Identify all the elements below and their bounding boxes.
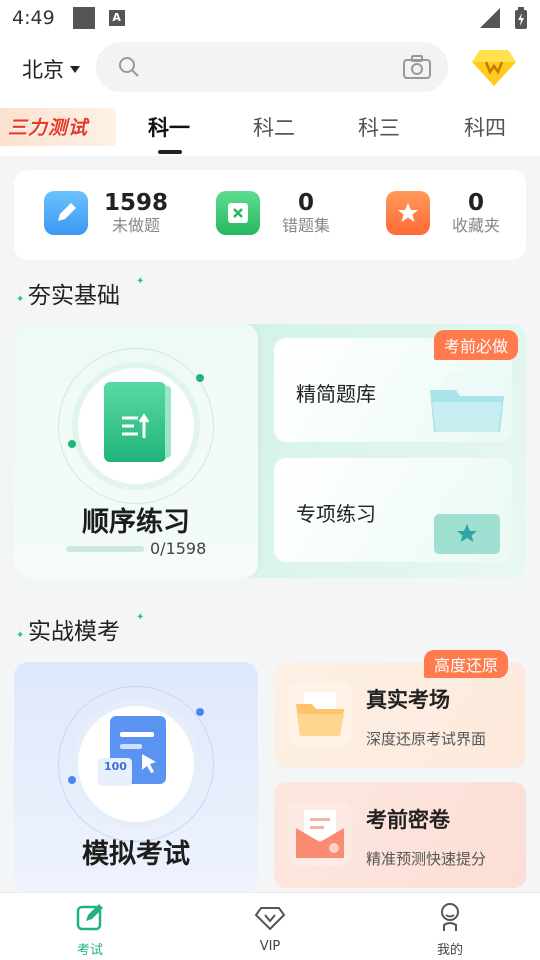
tab-subject-3[interactable]: 科三: [358, 112, 400, 142]
high-fidelity-badge: 高度还原: [423, 650, 508, 678]
tab-subject-1[interactable]: 科一: [148, 112, 190, 142]
card-title: 真实考场: [366, 688, 450, 712]
notification-icon: [72, 7, 95, 29]
wrong-icon: [216, 191, 260, 235]
card-title: 专项练习: [296, 502, 376, 526]
stat-undone[interactable]: 1598 未做题: [44, 190, 168, 236]
sparkle-icon: ✦: [136, 612, 145, 623]
city-selector[interactable]: 北京: [22, 54, 80, 84]
stat-value: 1598: [104, 190, 169, 216]
card-title: 考前密卷: [366, 808, 450, 832]
decor-dot: [68, 440, 76, 448]
pencil-icon: [44, 191, 88, 235]
promo-label: 三力测试: [8, 117, 89, 139]
section-title-text: 实战模考: [28, 619, 120, 645]
envelope-icon: [288, 802, 352, 866]
section-title-exam: 实战模考 ✦ ✦: [16, 612, 144, 646]
progress-text: 0/1598: [150, 539, 207, 558]
star-folder-icon: [434, 492, 500, 554]
city-label: 北京: [22, 58, 64, 82]
caret-down-icon: [70, 65, 80, 73]
nav-label: 我的: [436, 943, 463, 958]
search-icon: [119, 57, 139, 77]
active-tab-indicator: [158, 150, 182, 154]
decor-dot: [196, 374, 204, 382]
refined-questions-card[interactable]: 精简题库 考前必做: [274, 330, 518, 442]
basics-panel: 顺序练习 0/1598 精简题库 考前必做 专项练习: [14, 324, 526, 578]
nav-mine[interactable]: 我的: [410, 901, 490, 958]
stat-label: 错题集: [282, 216, 331, 235]
star-icon: [386, 191, 430, 235]
section-title-basics: 夯实基础 ✦ ✦: [16, 276, 144, 310]
stat-wrong[interactable]: 0 错题集: [216, 190, 330, 236]
progress-bar: [66, 546, 144, 552]
sparkle-icon: ✦: [16, 294, 25, 305]
user-icon: [441, 903, 459, 931]
card-title: 精简题库: [296, 382, 376, 406]
nav-vip[interactable]: VIP: [230, 901, 310, 954]
card-subtitle: 深度还原考试界面: [366, 730, 487, 748]
real-exam-card[interactable]: 真实考场 深度还原考试界面 高度还原: [274, 650, 526, 768]
folder-icon: [430, 372, 504, 432]
promo-banner[interactable]: 三力测试: [0, 108, 116, 146]
score-label: 100: [104, 760, 127, 773]
sequential-practice-card[interactable]: 顺序练习 0/1598: [14, 324, 258, 578]
sequential-practice-title: 顺序练习: [82, 507, 190, 538]
decor-dot: [68, 776, 76, 784]
stat-label: 收藏夹: [452, 216, 501, 235]
status-bar: 4:49 A: [0, 0, 540, 36]
subject-tabs: 三力测试 科一 科二 科三 科四: [0, 106, 540, 156]
card-subtitle: 精准预测快速提分: [366, 850, 487, 868]
stat-label: 未做题: [112, 216, 161, 235]
section-title-text: 夯实基础: [28, 283, 120, 309]
tab-subject-2[interactable]: 科二: [253, 112, 295, 142]
tab-subject-4[interactable]: 科四: [464, 112, 506, 142]
stat-favorites[interactable]: 0 收藏夹: [386, 190, 500, 236]
mock-exam-card[interactable]: 100 模拟考试: [14, 662, 258, 892]
header: 北京 三力测试 科一 科二 科三 科四: [0, 36, 540, 156]
bottom-nav: 考试 VIP 我的: [0, 892, 540, 960]
decor-dot: [196, 708, 204, 716]
status-time: 4:49: [12, 7, 55, 29]
stat-value: 0: [298, 190, 315, 216]
text-notification-icon: A: [108, 10, 125, 26]
exam-paper-icon: [98, 716, 166, 786]
nav-label: 考试: [76, 943, 103, 958]
camera-icon[interactable]: [402, 54, 432, 80]
nav-label: VIP: [259, 939, 281, 954]
secret-paper-card[interactable]: 考前密卷 精准预测快速提分: [274, 782, 526, 888]
stats-card: 1598 未做题 0 错题集 0 收藏夹: [14, 170, 526, 260]
book-icon: [104, 382, 171, 462]
vip-diamond-icon[interactable]: [470, 44, 518, 90]
diamond-icon: [254, 907, 286, 931]
exam-edit-icon: [76, 904, 103, 931]
mock-exam-title: 模拟考试: [82, 839, 190, 870]
search-input[interactable]: [96, 42, 448, 92]
sparkle-icon: ✦: [136, 276, 145, 287]
stat-value: 0: [468, 190, 485, 216]
signal-icon: [480, 8, 500, 28]
must-do-badge: 考前必做: [433, 330, 518, 360]
sparkle-icon: ✦: [16, 630, 25, 641]
nav-exam[interactable]: 考试: [50, 901, 130, 958]
folder-icon: [288, 682, 352, 746]
battery-icon: [515, 7, 527, 29]
special-practice-card[interactable]: 专项练习: [274, 458, 512, 562]
